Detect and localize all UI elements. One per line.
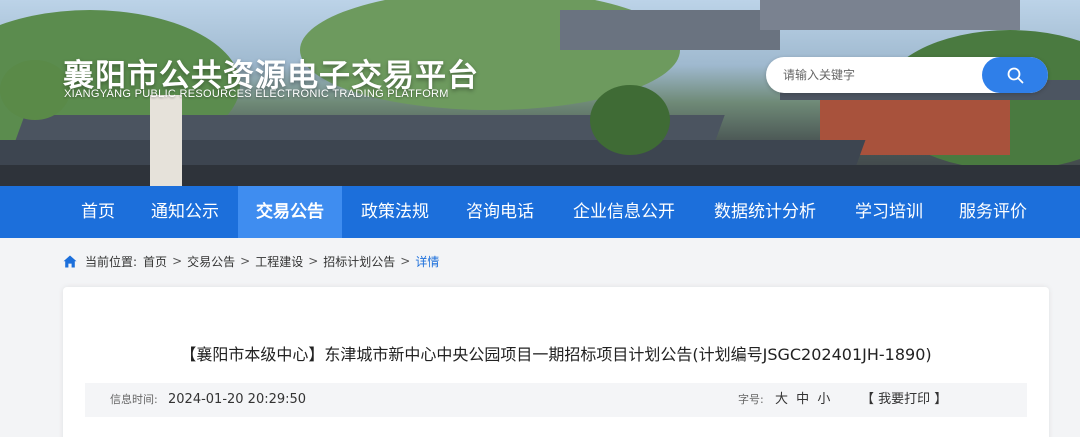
breadcrumb-bid-plan[interactable]: 招标计划公告 — [323, 253, 395, 270]
nav-item-company-info[interactable]: 企业信息公开 — [559, 186, 689, 238]
nav-item-consult-phone[interactable]: 咨询电话 — [452, 186, 548, 238]
nav-item-trade-announcements[interactable]: 交易公告 — [238, 186, 342, 238]
font-size-small[interactable]: 小 — [817, 392, 830, 407]
breadcrumb-separator: > — [240, 254, 251, 268]
breadcrumb: 当前位置: 首页 > 交易公告 > 工程建设 > 招标计划公告 > 详情 — [63, 251, 439, 271]
article-meta-bar: 信息时间: 2024-01-20 20:29:50 字号: 大 中 小 【 我要… — [85, 383, 1027, 417]
breadcrumb-separator: > — [400, 254, 411, 268]
print-button[interactable]: 【 我要打印 】 — [861, 383, 947, 417]
nav-item-home[interactable]: 首页 — [63, 186, 133, 238]
font-size-options: 大 中 小 — [775, 383, 834, 417]
site-subtitle: XIANGYANG PUBLIC RESOURCES ELECTRONIC TR… — [64, 88, 449, 100]
font-size-label: 字号: — [738, 393, 764, 406]
nav-item-service-rating[interactable]: 服务评价 — [945, 186, 1041, 238]
search-box — [766, 57, 1048, 93]
info-time-value: 2024-01-20 20:29:50 — [168, 392, 307, 407]
article-card: 【襄阳市本级中心】东津城市新中心中央公园项目一期招标项目计划公告(计划编号JSG… — [63, 287, 1049, 437]
font-size-medium[interactable]: 中 — [796, 392, 809, 407]
nav-item-notices[interactable]: 通知公示 — [137, 186, 233, 238]
article-title: 【襄阳市本级中心】东津城市新中心中央公园项目一期招标项目计划公告(计划编号JSG… — [180, 345, 932, 364]
search-icon — [1007, 67, 1024, 84]
breadcrumb-home[interactable]: 首页 — [143, 253, 167, 270]
search-button[interactable] — [982, 57, 1048, 93]
search-input[interactable] — [766, 57, 986, 93]
breadcrumb-separator: > — [308, 254, 319, 268]
nav-item-statistics[interactable]: 数据统计分析 — [700, 186, 830, 238]
home-icon — [63, 255, 77, 268]
font-size-large[interactable]: 大 — [775, 392, 788, 407]
breadcrumb-engineering[interactable]: 工程建设 — [255, 253, 303, 270]
nav-item-training[interactable]: 学习培训 — [841, 186, 937, 238]
breadcrumb-separator: > — [172, 254, 183, 268]
info-time-label: 信息时间: — [110, 393, 158, 406]
nav-item-policies[interactable]: 政策法规 — [347, 186, 443, 238]
breadcrumb-prefix: 当前位置: — [85, 254, 138, 269]
breadcrumb-trade-announcements[interactable]: 交易公告 — [187, 253, 235, 270]
breadcrumb-current: 详情 — [415, 254, 440, 269]
main-nav: 首页 通知公示 交易公告 政策法规 咨询电话 企业信息公开 数据统计分析 学习培… — [0, 186, 1080, 238]
header-banner: 襄阳市公共资源电子交易平台 XIANGYANG PUBLIC RESOURCES… — [0, 0, 1080, 186]
